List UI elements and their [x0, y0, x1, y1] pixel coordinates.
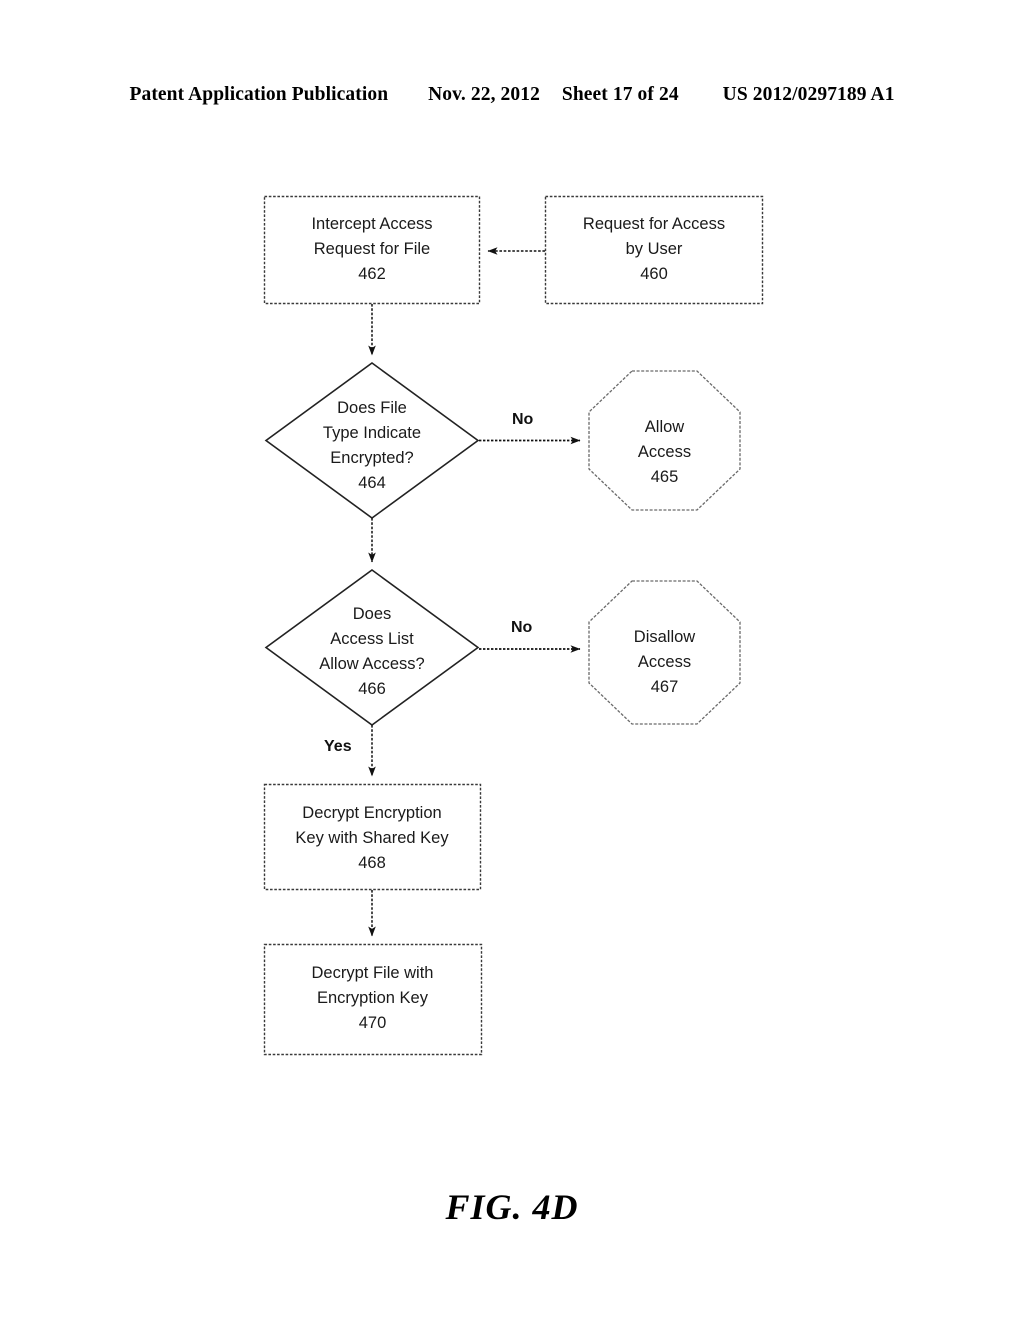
- figure-caption: FIG. 4D: [445, 1187, 579, 1227]
- node-467-shape: [588, 580, 741, 725]
- node-470-shape: [263, 943, 483, 1056]
- edge-label-no-1: No: [512, 411, 534, 428]
- node-464-shape: [264, 362, 480, 519]
- flowchart-diagram: Intercept Access Request for File 462 Re…: [0, 0, 1024, 1320]
- flowchart-canvas: [263, 195, 764, 1056]
- node-466-shape: [264, 569, 480, 726]
- node-465-shape: [588, 370, 741, 511]
- node-462-shape: [263, 195, 481, 305]
- node-468-shape: [263, 783, 482, 891]
- edge-label-yes-1: Yes: [324, 738, 352, 755]
- edge-label-no-2: No: [511, 619, 533, 636]
- node-460-shape: [544, 195, 764, 305]
